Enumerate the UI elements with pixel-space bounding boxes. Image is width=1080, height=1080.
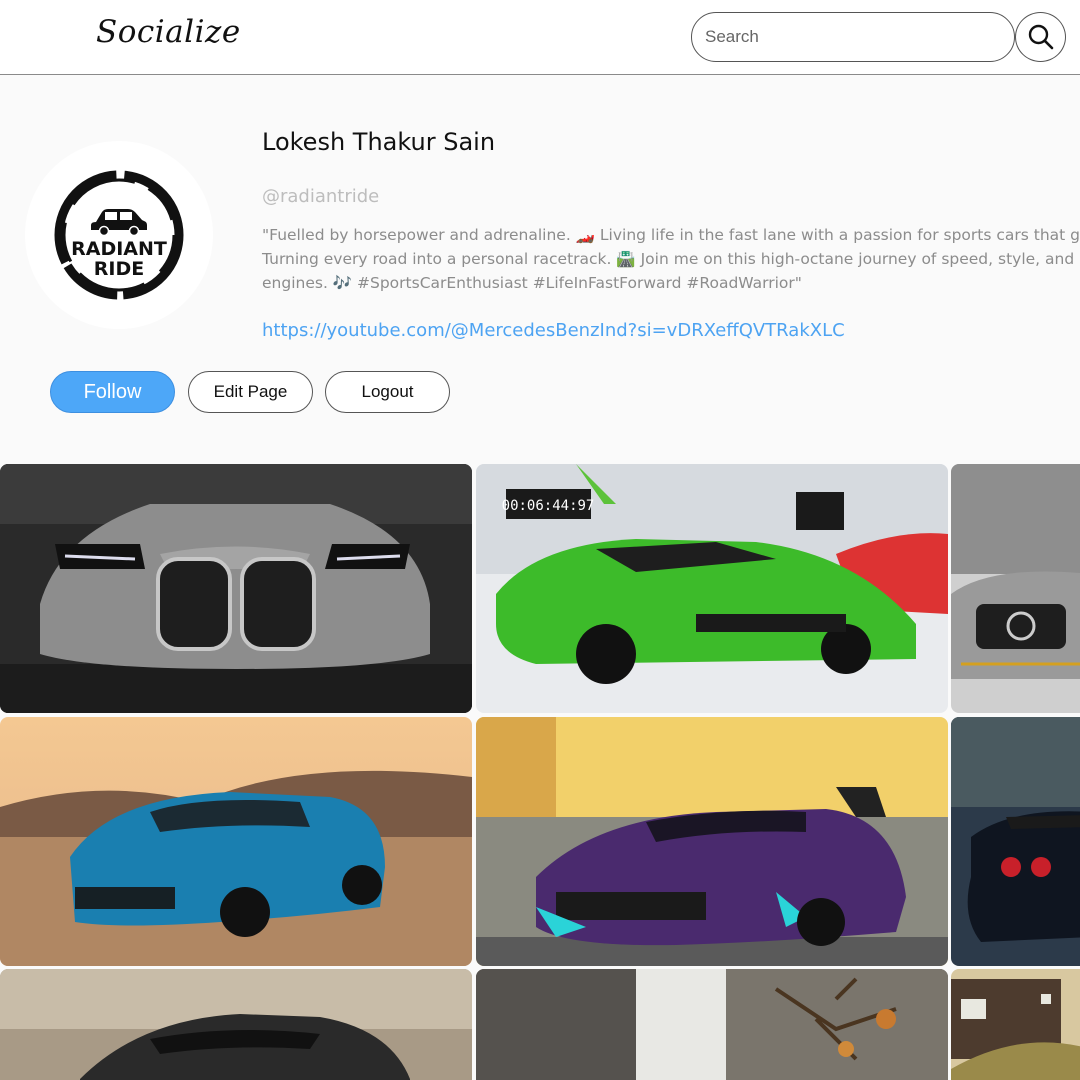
dark-sports-car-photo: [0, 969, 472, 1080]
top-navigation-bar: Socialize: [0, 0, 1080, 75]
logout-button[interactable]: Logout: [325, 371, 450, 413]
bio-line: engines. 🎶 #SportsCarEnthusiast #LifeInF…: [262, 274, 802, 292]
corvette-photo: [476, 717, 948, 966]
edit-page-button[interactable]: Edit Page: [188, 371, 313, 413]
radiant-ride-logo: RADIANT RIDE: [54, 170, 184, 300]
search-button[interactable]: [1015, 12, 1066, 62]
svg-text:RADIANT: RADIANT: [71, 238, 167, 260]
bmw-m4-photo: [0, 464, 472, 713]
house-hillside-photo: [951, 969, 1080, 1080]
search-icon: [1028, 24, 1053, 50]
bio-line: Turning every road into a personal racet…: [262, 250, 1075, 268]
brand-logo[interactable]: Socialize: [96, 14, 241, 50]
post-thumbnail[interactable]: [0, 717, 472, 966]
house-tree-photo: [476, 969, 948, 1080]
posts-grid: 00:06:44:97: [0, 464, 1080, 1080]
search-input[interactable]: [691, 12, 1015, 62]
lamborghini-photo: 00:06:44:97: [476, 464, 948, 713]
post-thumbnail[interactable]: [0, 969, 472, 1080]
svg-text:RIDE: RIDE: [94, 258, 144, 280]
post-thumbnail[interactable]: [476, 969, 948, 1080]
svg-text:00:06:44:97: 00:06:44:97: [502, 498, 595, 514]
profile-name: Lokesh Thakur Sain: [262, 128, 496, 156]
post-thumbnail[interactable]: [951, 717, 1080, 966]
camaro-photo: [0, 717, 472, 966]
post-thumbnail[interactable]: [0, 464, 472, 713]
profile-handle: @radiantride: [262, 186, 380, 207]
bio-line: "Fuelled by horsepower and adrenaline. 🏎…: [262, 226, 1080, 244]
gtr-photo: [951, 717, 1080, 966]
profile-link[interactable]: https://youtube.com/@MercedesBenzInd?si=…: [262, 320, 845, 341]
post-thumbnail[interactable]: 00:06:44:97: [476, 464, 948, 713]
profile-bio: "Fuelled by horsepower and adrenaline. 🏎…: [262, 223, 1080, 295]
mercedes-amg-photo: [951, 464, 1080, 713]
post-thumbnail[interactable]: [951, 464, 1080, 713]
post-thumbnail[interactable]: [951, 969, 1080, 1080]
profile-avatar[interactable]: RADIANT RIDE: [25, 141, 213, 329]
post-thumbnail[interactable]: [476, 717, 948, 966]
follow-button[interactable]: Follow: [50, 371, 175, 413]
